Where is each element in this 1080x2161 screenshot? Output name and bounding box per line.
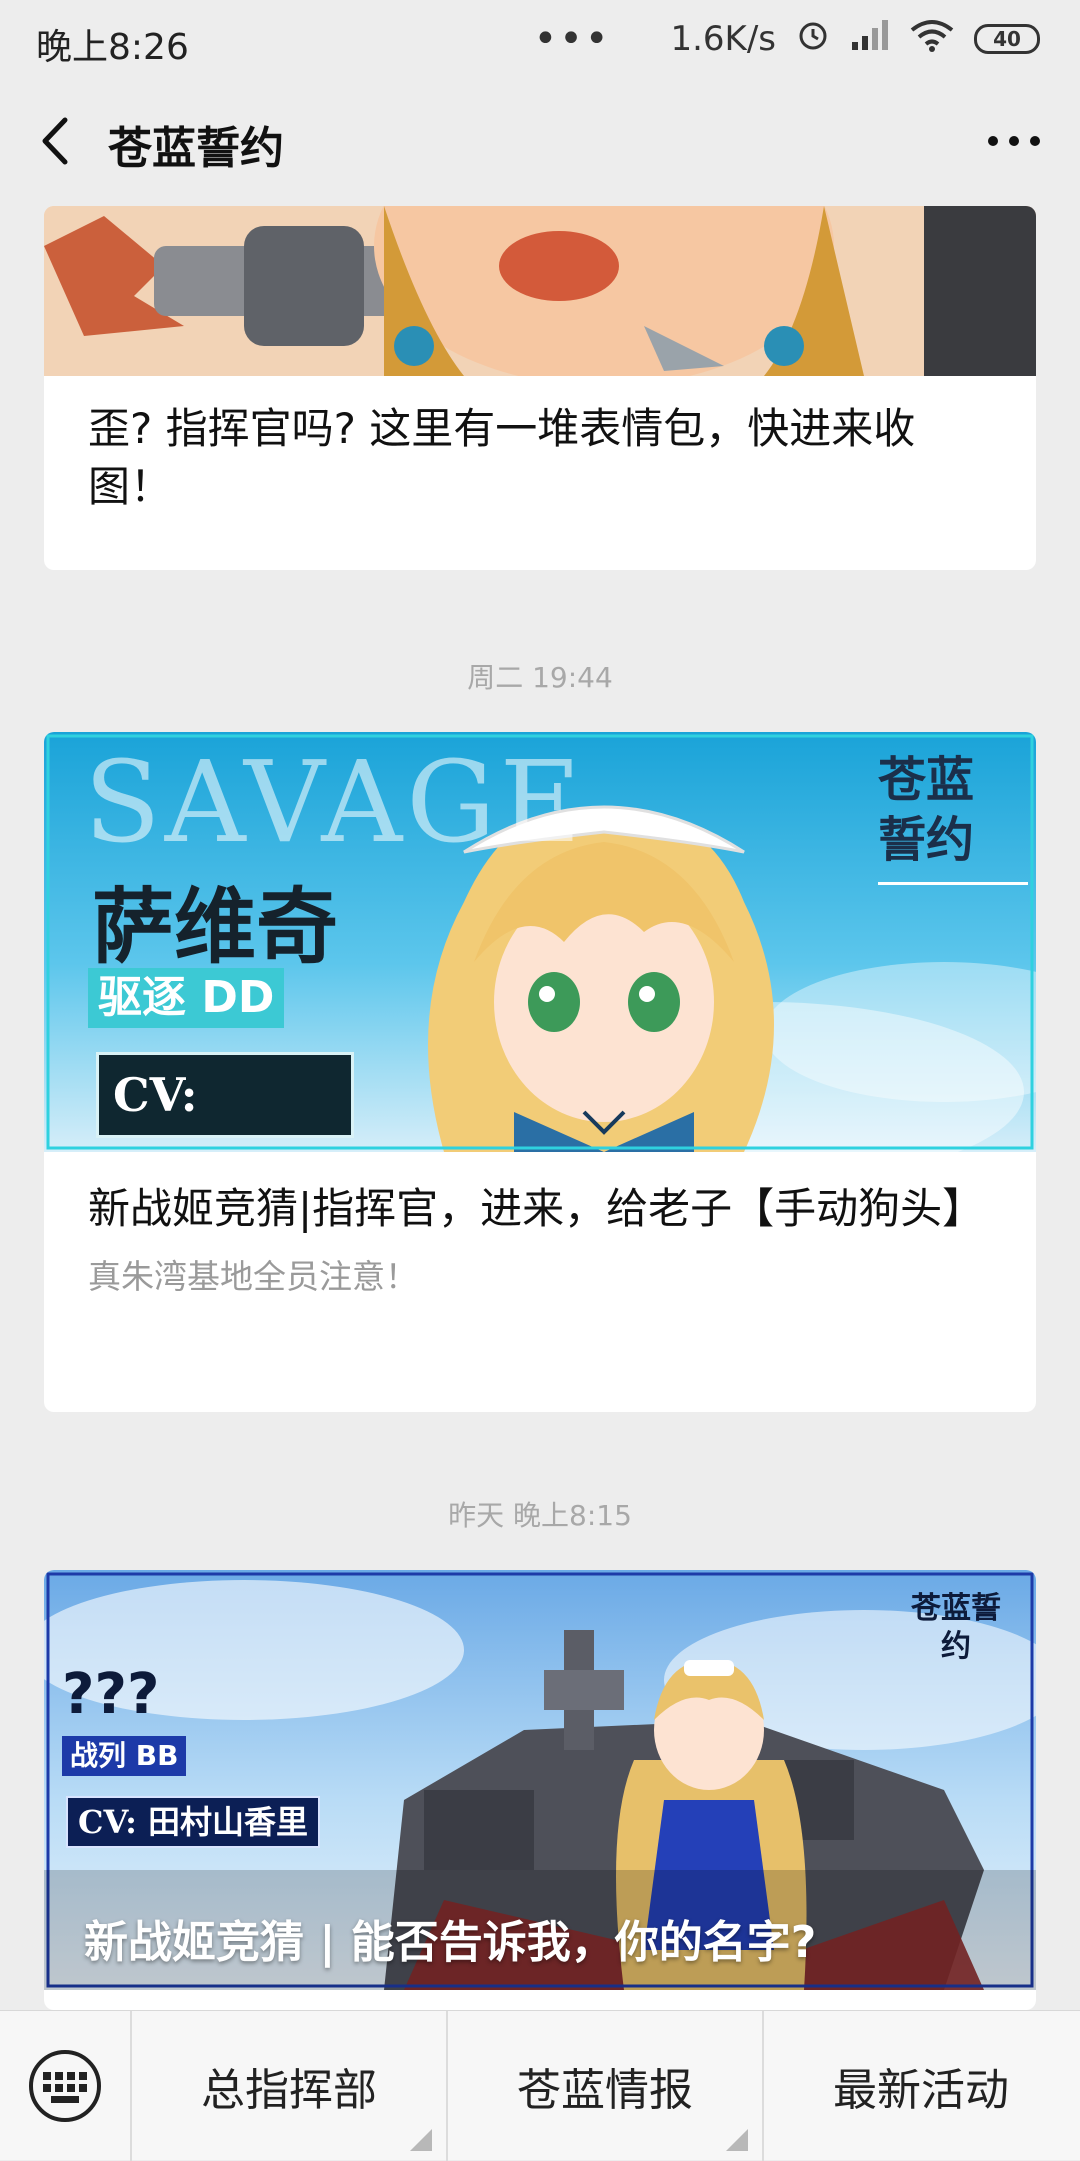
submenu-indicator-icon — [726, 2128, 748, 2151]
back-button[interactable] — [22, 106, 92, 176]
page-title: 苍蓝誓约 — [108, 123, 284, 174]
notification-dots-icon: ••• — [533, 16, 611, 62]
article-title[interactable]: 新战姬竞猜 | 能否告诉我，你的名字? — [84, 1906, 816, 1970]
menu-item-label: 总指挥部 — [201, 2064, 377, 2116]
menu-item-label: 苍蓝情报 — [517, 2064, 693, 2116]
submenu-indicator-icon — [410, 2128, 432, 2151]
signal-icon — [850, 18, 890, 61]
keyboard-icon — [29, 2049, 101, 2122]
article-title[interactable]: 新战姬竞猜|指挥官，进来，给老子【手动狗头】 — [88, 1180, 998, 1238]
article-subtitle: 真朱湾基地全员注意！ — [88, 1257, 418, 1296]
article-card[interactable]: ??? 战列 BB CV: 田村山香里 苍蓝誓约 新战姬竞猜 | 能否告诉我，你… — [44, 1570, 1036, 2010]
more-options-button[interactable] — [974, 106, 1054, 176]
game-logo: 苍蓝誓约 — [911, 1591, 1001, 1664]
game-logo: 苍蓝誓约 — [877, 752, 974, 868]
more-dots-icon — [988, 136, 1040, 146]
network-speed: 1.6K/s — [670, 19, 776, 59]
banner-cv-label: CV: ？？？ — [96, 1052, 354, 1152]
article-feed[interactable]: 歪? 指挥官吗? 这里有一堆表情包，快进来收图！ 周二 19:44 SAVAGE… — [0, 206, 1080, 2010]
timestamp: 昨天 晚上8:15 — [448, 1499, 632, 1532]
menu-item-intel[interactable]: 苍蓝情报 — [446, 2010, 762, 2161]
title-bar: 苍蓝誓约 — [0, 78, 1080, 206]
status-bar: 晚上8:26 ••• 1.6K/s 40 — [0, 0, 1080, 78]
alarm-icon — [796, 18, 830, 61]
banner-ship-class: 驱逐 DD — [88, 968, 285, 1028]
keyboard-toggle-button[interactable] — [0, 2011, 130, 2161]
status-icons: ••• 1.6K/s 40 — [534, 14, 1040, 64]
banner-ship-name: ??? — [62, 1662, 160, 1727]
wifi-icon — [910, 18, 954, 61]
timestamp: 周二 19:44 — [467, 661, 613, 694]
banner-cv-label: CV: 田村山香里 — [66, 1796, 321, 1848]
bottom-menu-bar: 总指挥部 苍蓝情报 最新活动 — [0, 2010, 1080, 2161]
menu-item-label: 最新活动 — [833, 2064, 1009, 2116]
menu-item-events[interactable]: 最新活动 — [762, 2010, 1078, 2161]
article-card[interactable]: SAVAGE 萨维奇 驱逐 DD CV: ？？？ 苍蓝誓约 新战姬竞猜|指挥官，… — [44, 732, 1036, 1412]
banner-background-text: SAVAGE — [84, 738, 586, 868]
article-banner-image: SAVAGE 萨维奇 驱逐 DD CV: ？？？ 苍蓝誓约 — [44, 732, 1036, 1152]
article-banner-image: ??? 战列 BB CV: 田村山香里 苍蓝誓约 新战姬竞猜 | 能否告诉我，你… — [44, 1570, 1036, 1990]
back-arrow-icon — [42, 117, 68, 165]
banner-ship-class: 战列 BB — [62, 1736, 187, 1776]
status-time: 晚上8:26 — [36, 27, 189, 68]
article-card[interactable]: 歪? 指挥官吗? 这里有一堆表情包，快进来收图！ — [44, 206, 1036, 570]
article-banner-image — [44, 206, 1036, 376]
menu-item-headquarters[interactable]: 总指挥部 — [130, 2010, 446, 2161]
battery-icon: 40 — [974, 24, 1040, 54]
banner-ship-name: 萨维奇 — [92, 880, 339, 975]
article-title[interactable]: 歪? 指挥官吗? 这里有一堆表情包，快进来收图！ — [88, 400, 998, 516]
